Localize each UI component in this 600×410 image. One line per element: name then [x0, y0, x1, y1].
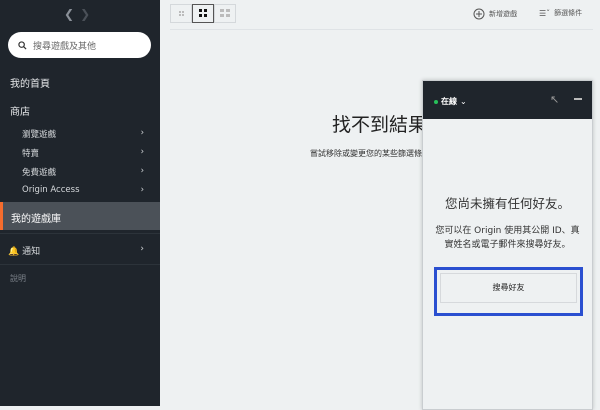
- chevron-right-icon: ›: [140, 166, 144, 176]
- popout-icon[interactable]: ↖: [550, 93, 559, 106]
- label: 特賣: [22, 149, 40, 159]
- sidebar-item-origin-access[interactable]: Origin Access ›: [22, 185, 144, 195]
- label: 通知: [22, 247, 41, 257]
- small-grid-icon: [179, 11, 184, 16]
- sidebar-item-browse[interactable]: 瀏覽遊戲 ›: [22, 128, 144, 140]
- divider: [0, 233, 160, 234]
- small-grid-view-button[interactable]: [170, 4, 192, 23]
- sidebar-item-home[interactable]: 我的首頁: [10, 75, 50, 90]
- search-input[interactable]: 搜尋遊戲及其他: [8, 32, 151, 58]
- search-friends-button[interactable]: 搜尋好友: [440, 273, 577, 303]
- label: Origin Access: [22, 185, 80, 195]
- highlight-box: 搜尋好友: [434, 267, 583, 316]
- divider: [0, 264, 160, 265]
- add-game-button[interactable]: 新增遊戲: [473, 8, 517, 20]
- sidebar: ❮ ❯ 搜尋遊戲及其他 我的首頁 商店 瀏覽遊戲 › 特賣 › 免費遊戲 › Origi…: [0, 0, 160, 406]
- sidebar-item-store[interactable]: 商店: [10, 103, 30, 118]
- minimize-icon[interactable]: [574, 98, 582, 100]
- view-toggle: [170, 4, 236, 23]
- chevron-right-icon: ›: [140, 185, 144, 195]
- forward-icon[interactable]: ❯: [80, 7, 90, 21]
- sidebar-item-help[interactable]: 說明: [10, 273, 26, 284]
- search-icon: [18, 40, 27, 50]
- label: 瀏覽遊戲: [22, 130, 57, 140]
- chevron-down-icon: ⌄: [460, 97, 467, 106]
- plus-circle-icon: [473, 8, 485, 20]
- chevron-right-icon: ›: [140, 244, 144, 254]
- large-grid-icon: [220, 9, 230, 17]
- status-dropdown[interactable]: 在線 ⌄: [434, 96, 467, 107]
- back-icon[interactable]: ❮: [64, 7, 74, 21]
- large-grid-view-button[interactable]: [214, 4, 236, 23]
- filter-icon: ☰ˇ: [539, 8, 551, 18]
- history-nav: ❮ ❯: [64, 7, 90, 21]
- empty-title: 找不到結果: [332, 114, 428, 136]
- status-label: 在線: [441, 97, 457, 106]
- label: 免費遊戲: [22, 168, 57, 178]
- sidebar-item-free[interactable]: 免費遊戲 ›: [22, 166, 144, 178]
- friends-panel: 在線 ⌄ ↖ 您尚未擁有任何好友。 您可以在 Origin 使用其公開 ID、真實…: [422, 80, 593, 410]
- sidebar-item-deals[interactable]: 特賣 ›: [22, 147, 144, 159]
- online-dot-icon: [434, 99, 438, 104]
- no-friends-description: 您可以在 Origin 使用其公開 ID、真實姓名或電子郵件來搜尋好友。: [435, 226, 580, 250]
- sidebar-item-notifications[interactable]: 🔔 通知 ›: [8, 244, 144, 257]
- bell-icon: 🔔: [8, 247, 20, 257]
- empty-subtitle: 嘗試移除或變更您的某些篩選條件: [310, 149, 430, 158]
- search-placeholder: 搜尋遊戲及其他: [33, 41, 97, 52]
- filter-label: 篩選條件: [554, 9, 583, 17]
- medium-grid-view-button[interactable]: [192, 4, 214, 23]
- chevron-right-icon: ›: [140, 147, 144, 157]
- filter-button[interactable]: ☰ˇ 篩選條件: [539, 8, 582, 18]
- sidebar-item-library[interactable]: 我的遊戲庫: [0, 202, 160, 230]
- add-game-label: 新增遊戲: [489, 10, 517, 18]
- toolbar-divider: [170, 29, 593, 30]
- no-friends-title: 您尚未擁有任何好友。: [444, 196, 570, 211]
- chevron-right-icon: ›: [140, 128, 144, 138]
- friends-header: 在線 ⌄ ↖: [423, 81, 592, 119]
- medium-grid-icon: [199, 9, 207, 17]
